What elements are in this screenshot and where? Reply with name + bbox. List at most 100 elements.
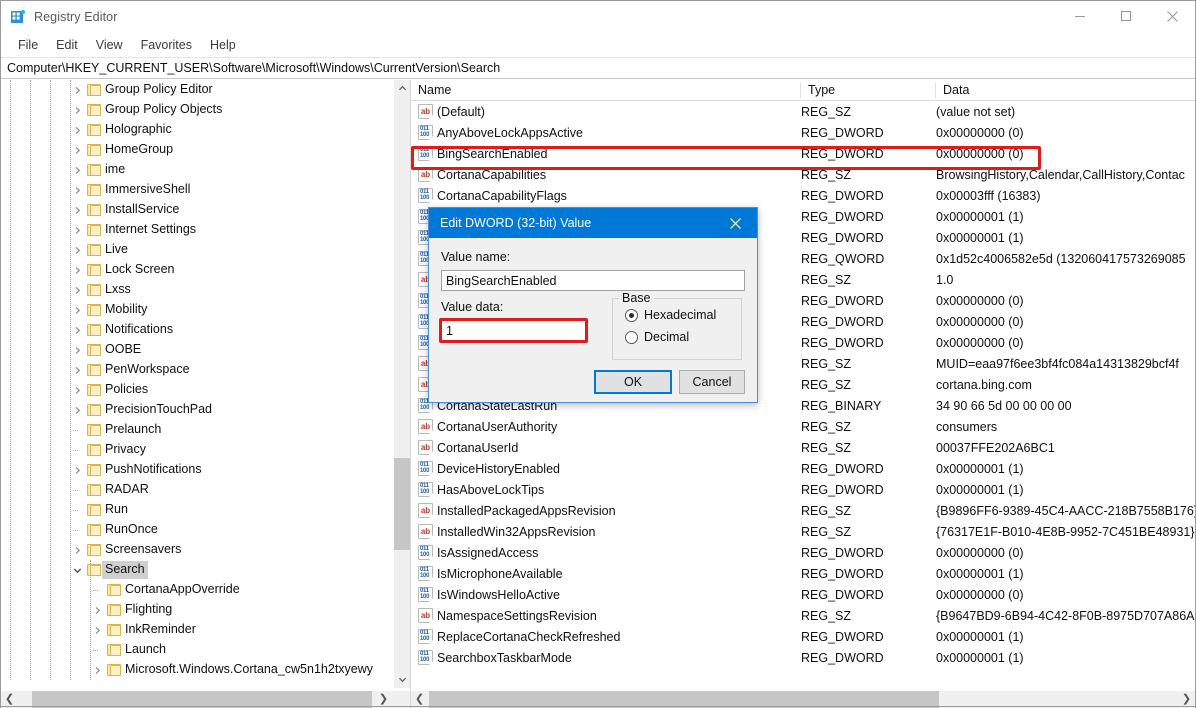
tree-node-pushnotifications[interactable]: PushNotifications xyxy=(1,460,394,480)
chevron-down-icon[interactable] xyxy=(69,560,85,580)
tree-node-radar[interactable]: RADAR xyxy=(1,480,394,500)
tree-node-runonce[interactable]: RunOnce xyxy=(1,520,394,540)
value-data-input[interactable]: 1 xyxy=(441,320,586,341)
tree-node-ime[interactable]: ime xyxy=(1,160,394,180)
maximize-button[interactable] xyxy=(1103,1,1149,31)
registry-path[interactable]: Computer\HKEY_CURRENT_USER\Software\Micr… xyxy=(1,61,500,75)
tree-scrollbar-thumb[interactable] xyxy=(394,458,410,550)
ok-button[interactable]: OK xyxy=(594,370,672,394)
table-row[interactable]: abInstalledPackagedAppsRevisionREG_SZ{B9… xyxy=(411,500,1195,521)
chevron-right-icon[interactable] xyxy=(69,160,85,180)
dialog-close-button[interactable] xyxy=(713,208,757,238)
minimize-button[interactable] xyxy=(1057,1,1103,31)
tree-node-mobility[interactable]: Mobility xyxy=(1,300,394,320)
table-row[interactable]: 011100SearchboxTaskbarModeREG_DWORD0x000… xyxy=(411,647,1195,668)
table-row[interactable]: abCortanaUserIdREG_SZ00037FFE202A6BC1 xyxy=(411,437,1195,458)
menu-item-file[interactable]: File xyxy=(9,35,47,55)
chevron-right-glyph: ❯ xyxy=(1182,694,1191,705)
chevron-right-icon[interactable] xyxy=(69,380,85,400)
tree-scroll-up-icon[interactable] xyxy=(394,80,410,97)
chevron-right-icon[interactable] xyxy=(69,460,85,480)
close-button[interactable] xyxy=(1149,1,1195,31)
table-row[interactable]: 011100IsMicrophoneAvailableREG_DWORD0x00… xyxy=(411,563,1195,584)
value-name-input[interactable]: BingSearchEnabled xyxy=(441,270,745,291)
table-row[interactable]: abCortanaCapabilitiesREG_SZBrowsingHisto… xyxy=(411,164,1195,185)
registry-tree[interactable]: Group Policy EditorGroup Policy ObjectsH… xyxy=(1,80,394,688)
menu-item-edit[interactable]: Edit xyxy=(47,35,87,55)
tree-node-launch[interactable]: Launch xyxy=(1,640,394,660)
table-row[interactable]: 011100AnyAboveLockAppsActiveREG_DWORD0x0… xyxy=(411,122,1195,143)
chevron-right-icon[interactable] xyxy=(69,220,85,240)
value-data-cell: 0x00000000 (0) xyxy=(936,290,1195,311)
cancel-button[interactable]: Cancel xyxy=(679,370,745,394)
dword-value-icon: 011100 xyxy=(418,125,433,140)
menu-item-favorites[interactable]: Favorites xyxy=(132,35,201,55)
tree-node-internet-settings[interactable]: Internet Settings xyxy=(1,220,394,240)
menu-item-help[interactable]: Help xyxy=(201,35,245,55)
chevron-right-icon[interactable] xyxy=(89,600,105,620)
chevron-right-icon[interactable] xyxy=(69,200,85,220)
tree-scroll-down-icon[interactable] xyxy=(394,671,410,688)
chevron-right-icon[interactable] xyxy=(69,280,85,300)
chevron-right-icon[interactable] xyxy=(69,400,85,420)
table-row[interactable]: 011100CortanaCapabilityFlagsREG_DWORD0x0… xyxy=(411,185,1195,206)
tree-node-live[interactable]: Live xyxy=(1,240,394,260)
tree-node-immersiveshell[interactable]: ImmersiveShell xyxy=(1,180,394,200)
tree-node-policies[interactable]: Policies xyxy=(1,380,394,400)
tree-node-notifications[interactable]: Notifications xyxy=(1,320,394,340)
tree-node-run[interactable]: Run xyxy=(1,500,394,520)
tree-node-group-policy-objects[interactable]: Group Policy Objects xyxy=(1,100,394,120)
tree-node-search[interactable]: Search xyxy=(1,560,394,580)
dword-value-icon: 011100 xyxy=(418,587,433,602)
tree-vertical-scrollbar[interactable] xyxy=(394,80,410,688)
radio-decimal[interactable]: Decimal xyxy=(625,330,689,344)
address-bar[interactable]: Computer\HKEY_CURRENT_USER\Software\Micr… xyxy=(1,57,1195,79)
column-header-data[interactable]: Data xyxy=(936,80,1195,100)
tree-node-prelaunch[interactable]: Prelaunch xyxy=(1,420,394,440)
tree-node-flighting[interactable]: Flighting xyxy=(1,600,394,620)
column-header-name[interactable]: Name xyxy=(411,80,801,100)
chevron-right-icon[interactable] xyxy=(69,120,85,140)
table-row[interactable]: abCortanaUserAuthorityREG_SZconsumers xyxy=(411,416,1195,437)
tree-node-microsoft-windows-cortana-cw5n1h2txyewy[interactable]: Microsoft.Windows.Cortana_cw5n1h2txyewy xyxy=(1,660,394,680)
chevron-right-icon[interactable] xyxy=(69,80,85,100)
table-row[interactable]: 011100BingSearchEnabledREG_DWORD0x000000… xyxy=(411,143,1195,164)
chevron-right-icon[interactable] xyxy=(89,660,105,680)
tree-node-inkreminder[interactable]: InkReminder xyxy=(1,620,394,640)
tree-node-oobe[interactable]: OOBE xyxy=(1,340,394,360)
column-header-type[interactable]: Type xyxy=(801,80,936,100)
chevron-right-icon[interactable] xyxy=(69,260,85,280)
tree-node-homegroup[interactable]: HomeGroup xyxy=(1,140,394,160)
chevron-right-icon[interactable] xyxy=(69,180,85,200)
chevron-right-icon[interactable] xyxy=(69,360,85,380)
tree-node-installservice[interactable]: InstallService xyxy=(1,200,394,220)
chevron-right-icon[interactable] xyxy=(69,100,85,120)
chevron-right-icon[interactable] xyxy=(69,340,85,360)
table-row[interactable]: ab(Default)REG_SZ(value not set) xyxy=(411,101,1195,122)
tree-node-penworkspace[interactable]: PenWorkspace xyxy=(1,360,394,380)
chevron-right-icon[interactable] xyxy=(69,300,85,320)
table-row[interactable]: 011100DeviceHistoryEnabledREG_DWORD0x000… xyxy=(411,458,1195,479)
table-row[interactable]: 011100IsAssignedAccessREG_DWORD0x0000000… xyxy=(411,542,1195,563)
chevron-right-icon[interactable] xyxy=(89,620,105,640)
table-row[interactable]: 011100ReplaceCortanaCheckRefreshedREG_DW… xyxy=(411,626,1195,647)
tree-node-lock-screen[interactable]: Lock Screen xyxy=(1,260,394,280)
tree-node-holographic[interactable]: Holographic xyxy=(1,120,394,140)
value-data-cell: cortana.bing.com xyxy=(936,374,1195,395)
chevron-right-icon[interactable] xyxy=(69,320,85,340)
table-row[interactable]: 011100IsWindowsHelloActiveREG_DWORD0x000… xyxy=(411,584,1195,605)
tree-node-privacy[interactable]: Privacy xyxy=(1,440,394,460)
table-row[interactable]: abNamespaceSettingsRevisionREG_SZ{B9647B… xyxy=(411,605,1195,626)
tree-node-screensavers[interactable]: Screensavers xyxy=(1,540,394,560)
tree-node-precisiontouchpad[interactable]: PrecisionTouchPad xyxy=(1,400,394,420)
chevron-right-icon[interactable] xyxy=(69,140,85,160)
chevron-right-icon[interactable] xyxy=(69,240,85,260)
tree-node-lxss[interactable]: Lxss xyxy=(1,280,394,300)
table-row[interactable]: abInstalledWin32AppsRevisionREG_SZ{76317… xyxy=(411,521,1195,542)
tree-node-cortanaappoverride[interactable]: CortanaAppOverride xyxy=(1,580,394,600)
radio-hexadecimal[interactable]: Hexadecimal xyxy=(625,308,716,322)
chevron-right-icon[interactable] xyxy=(69,540,85,560)
table-row[interactable]: 011100HasAboveLockTipsREG_DWORD0x0000000… xyxy=(411,479,1195,500)
tree-node-group-policy-editor[interactable]: Group Policy Editor xyxy=(1,80,394,100)
menu-item-view[interactable]: View xyxy=(87,35,132,55)
